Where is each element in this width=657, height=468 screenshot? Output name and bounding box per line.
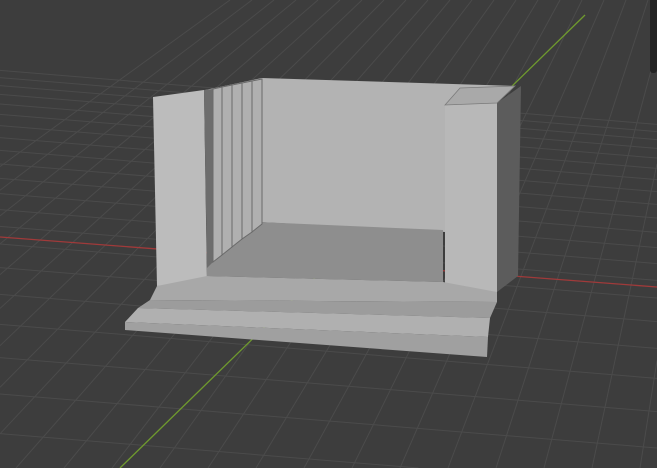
grid-line bbox=[543, 48, 657, 468]
viewport-scrollbar[interactable] bbox=[650, 0, 657, 73]
grid-line bbox=[639, 360, 657, 468]
left-wall-front bbox=[153, 90, 207, 286]
grid-line bbox=[0, 357, 657, 413]
right-wall-side bbox=[497, 86, 521, 292]
room-model[interactable] bbox=[125, 78, 521, 357]
right-wall-front bbox=[445, 103, 497, 292]
3d-viewport[interactable] bbox=[0, 0, 657, 468]
grid-line bbox=[495, 0, 649, 468]
grid-line bbox=[0, 433, 419, 468]
viewport-canvas[interactable] bbox=[0, 0, 657, 468]
grid-line bbox=[0, 393, 657, 449]
